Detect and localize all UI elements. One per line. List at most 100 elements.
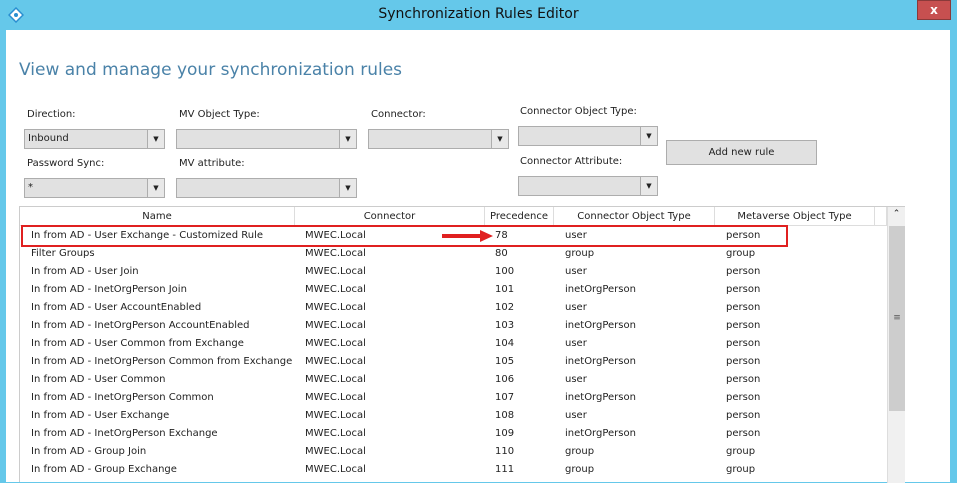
- window-title: Synchronization Rules Editor: [378, 6, 579, 22]
- table-row[interactable]: In from AD - User Exchange MWEC.Local 108 u…: [20, 407, 886, 425]
- cell-metaverse-object-type: person: [726, 374, 761, 385]
- column-header-connector[interactable]: Connector: [295, 207, 485, 226]
- red-arrow-annotation: [442, 230, 493, 242]
- table-row[interactable]: In from AD - Group Exchange MWEC.Local 111…: [20, 461, 886, 479]
- chevron-down-icon[interactable]: ▼: [147, 130, 164, 148]
- cell-metaverse-object-type: person: [726, 320, 761, 331]
- cell-metaverse-object-type: person: [726, 284, 761, 295]
- cell-precedence: 102: [495, 302, 515, 313]
- cell-connector: MWEC.Local: [305, 374, 366, 385]
- cell-metaverse-object-type: group: [726, 464, 756, 475]
- cell-connector-object-type: user: [565, 266, 587, 277]
- cell-name: In from AD - User Exchange: [31, 410, 170, 421]
- cell-name: In from AD - User AccountEnabled: [31, 302, 202, 313]
- cell-connector-object-type: inetOrgPerson: [565, 428, 636, 439]
- cell-connector: MWEC.Local: [305, 410, 366, 421]
- add-new-rule-button[interactable]: Add new rule: [666, 140, 817, 165]
- mv-object-type-select[interactable]: ▼: [176, 129, 357, 149]
- scrollbar-thumb[interactable]: ≡: [889, 226, 905, 411]
- table-row[interactable]: In from AD - InetOrgPerson Exchange MWEC.…: [20, 425, 886, 443]
- cell-name: In from AD - User Common from Exchange: [31, 338, 244, 349]
- cell-precedence: 105: [495, 356, 515, 367]
- cell-metaverse-object-type: person: [726, 302, 761, 313]
- cell-precedence: 80: [495, 248, 508, 259]
- cell-connector: MWEC.Local: [305, 446, 366, 457]
- connector-attribute-label: Connector Attribute:: [520, 156, 623, 167]
- table-row[interactable]: In from AD - User AccountEnabled MWEC.Loc…: [20, 299, 886, 317]
- cell-precedence: 103: [495, 320, 515, 331]
- table-row[interactable]: In from AD - Group Join MWEC.Local 110 grou…: [20, 443, 886, 461]
- table-row[interactable]: In from AD - InetOrgPerson AccountEnable…: [20, 317, 886, 335]
- cell-name: In from AD - User Join: [31, 266, 139, 277]
- cell-name: In from AD - InetOrgPerson Exchange: [31, 428, 218, 439]
- mv-attribute-select[interactable]: ▼: [176, 178, 357, 198]
- cell-connector-object-type: user: [565, 374, 587, 385]
- cell-connector-object-type: inetOrgPerson: [565, 356, 636, 367]
- cell-name: In from AD - InetOrgPerson Join: [31, 284, 187, 295]
- cell-connector: MWEC.Local: [305, 392, 366, 403]
- column-header-filler: [875, 207, 887, 226]
- mv-attribute-label: MV attribute:: [179, 158, 245, 169]
- connector-attribute-select[interactable]: ▼: [518, 176, 658, 196]
- cell-precedence: 107: [495, 392, 515, 403]
- cell-connector-object-type: user: [565, 302, 587, 313]
- cell-metaverse-object-type: person: [726, 392, 761, 403]
- table-row[interactable]: In from AD - User Common from Exchange MW…: [20, 335, 886, 353]
- vertical-scrollbar[interactable]: ⌃ ≡: [887, 207, 905, 483]
- table-row[interactable]: In from AD - InetOrgPerson Common MWEC.Lo…: [20, 389, 886, 407]
- column-header-connector-object-type[interactable]: Connector Object Type: [554, 207, 715, 226]
- cell-precedence: 109: [495, 428, 515, 439]
- cell-connector-object-type: inetOrgPerson: [565, 320, 636, 331]
- cell-name: In from AD - InetOrgPerson Common: [31, 392, 214, 403]
- connector-select[interactable]: ▼: [368, 129, 509, 149]
- connector-object-type-select[interactable]: ▼: [518, 126, 658, 146]
- table-row[interactable]: In from AD - InetOrgPerson Common from E…: [20, 353, 886, 371]
- cell-connector: MWEC.Local: [305, 266, 366, 277]
- cell-metaverse-object-type: person: [726, 338, 761, 349]
- highlight-box: [21, 225, 788, 247]
- cell-connector-object-type: group: [565, 446, 595, 457]
- column-header-precedence[interactable]: Precedence: [485, 207, 554, 226]
- chevron-down-icon[interactable]: ▼: [491, 130, 508, 148]
- column-header-metaverse-object-type[interactable]: Metaverse Object Type: [715, 207, 875, 226]
- connector-label: Connector:: [371, 109, 426, 120]
- chevron-down-icon[interactable]: ▼: [147, 179, 164, 197]
- password-sync-value: *: [28, 182, 33, 193]
- rules-table: Name Connector Precedence Connector Obje…: [19, 206, 905, 483]
- column-header-name[interactable]: Name: [20, 207, 295, 226]
- scroll-up-icon[interactable]: ⌃: [888, 209, 905, 219]
- cell-connector-object-type: group: [565, 464, 595, 475]
- cell-connector: MWEC.Local: [305, 338, 366, 349]
- cell-precedence: 104: [495, 338, 515, 349]
- close-button[interactable]: x: [917, 0, 951, 20]
- mv-object-type-label: MV Object Type:: [179, 109, 260, 120]
- cell-name: In from AD - User Common: [31, 374, 166, 385]
- chevron-down-icon[interactable]: ▼: [339, 130, 356, 148]
- cell-connector: MWEC.Local: [305, 464, 366, 475]
- cell-name: In from AD - InetOrgPerson AccountEnable…: [31, 320, 250, 331]
- cell-precedence: 110: [495, 446, 515, 457]
- table-row[interactable]: Filter Groups MWEC.Local 80 group group: [20, 245, 886, 263]
- cell-connector: MWEC.Local: [305, 284, 366, 295]
- password-sync-select[interactable]: * ▼: [24, 178, 165, 198]
- cell-connector: MWEC.Local: [305, 248, 366, 259]
- direction-select[interactable]: Inbound ▼: [24, 129, 165, 149]
- table-row[interactable]: In from AD - User Common MWEC.Local 106 use…: [20, 371, 886, 389]
- cell-connector: MWEC.Local: [305, 356, 366, 367]
- table-row[interactable]: In from AD - InetOrgPerson Join MWEC.Loca…: [20, 281, 886, 299]
- cell-name: In from AD - Group Join: [31, 446, 147, 457]
- cell-connector-object-type: group: [565, 248, 595, 259]
- cell-name: In from AD - Group Exchange: [31, 464, 177, 475]
- cell-name: In from AD - InetOrgPerson Common from E…: [31, 356, 293, 367]
- cell-connector: MWEC.Local: [305, 302, 366, 313]
- cell-metaverse-object-type: person: [726, 410, 761, 421]
- table-row[interactable]: In from AD - User Join MWEC.Local 100 user p…: [20, 263, 886, 281]
- cell-precedence: 108: [495, 410, 515, 421]
- cell-precedence: 101: [495, 284, 515, 295]
- cell-precedence: 100: [495, 266, 515, 277]
- cell-precedence: 111: [495, 464, 515, 475]
- chevron-down-icon[interactable]: ▼: [640, 127, 657, 145]
- chevron-down-icon[interactable]: ▼: [339, 179, 356, 197]
- chevron-down-icon[interactable]: ▼: [640, 177, 657, 195]
- cell-metaverse-object-type: person: [726, 266, 761, 277]
